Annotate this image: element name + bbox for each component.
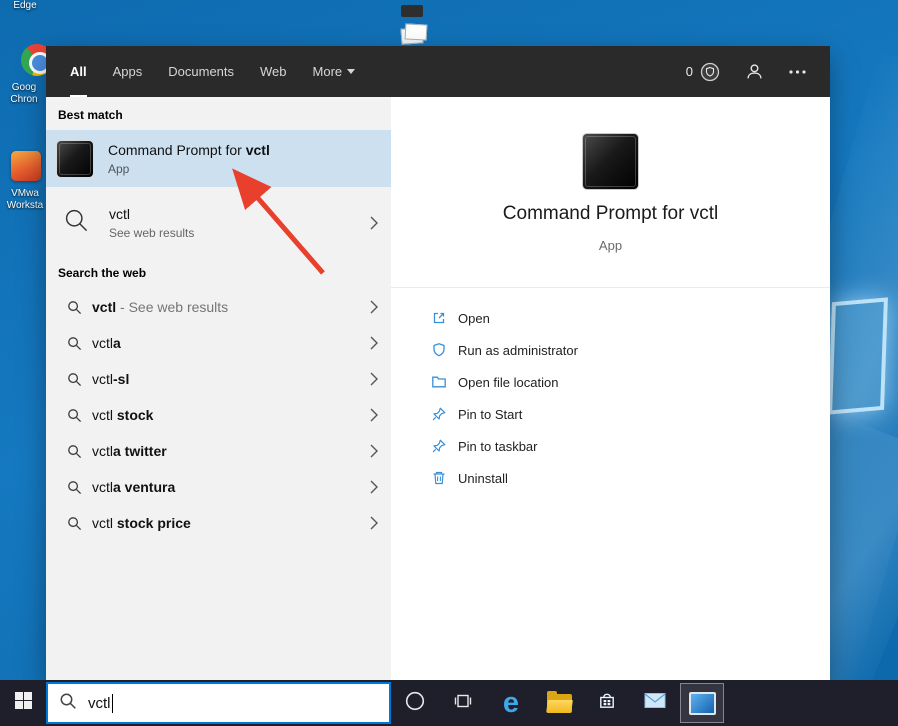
pin-icon xyxy=(431,406,448,422)
suggestion-list: vctl - See web results vctla vctl-sl vct… xyxy=(46,289,391,541)
search-flyout-panel: All Apps Documents Web More 0 xyxy=(46,46,830,680)
preview-type: App xyxy=(391,238,830,253)
web-result-title: vctl xyxy=(109,206,194,222)
search-icon xyxy=(67,444,82,459)
taskbar-search-value: vctl xyxy=(88,695,111,712)
pin-to-taskbar-action[interactable]: Pin to taskbar xyxy=(391,430,830,462)
desktop-icon-label-chip xyxy=(401,5,423,17)
open-icon xyxy=(431,310,448,326)
search-icon xyxy=(67,516,82,531)
search-suggestion[interactable]: vctla xyxy=(46,325,391,361)
text-cursor xyxy=(112,694,113,713)
search-suggestion[interactable]: vctl stock price xyxy=(46,505,391,541)
desktop-icon-vmware-label[interactable]: VMwa Worksta xyxy=(0,188,50,212)
best-match-type: App xyxy=(108,162,270,176)
windows-logo-icon xyxy=(15,692,32,714)
chevron-right-icon[interactable] xyxy=(369,515,379,531)
search-icon xyxy=(67,408,82,423)
chevron-right-icon[interactable] xyxy=(369,215,379,231)
command-prompt-icon xyxy=(56,140,94,178)
chevron-right-icon[interactable] xyxy=(369,335,379,351)
best-match-title: Command Prompt for vctl xyxy=(108,142,270,158)
tab-more[interactable]: More xyxy=(313,46,356,97)
search-icon xyxy=(67,480,82,495)
chevron-right-icon[interactable] xyxy=(369,299,379,315)
trash-icon xyxy=(431,470,448,486)
ellipsis-icon[interactable] xyxy=(789,70,806,74)
search-suggestion[interactable]: vctl stock xyxy=(46,397,391,433)
store-button[interactable] xyxy=(583,680,631,726)
search-suggestion[interactable]: vctla ventura xyxy=(46,469,391,505)
task-view-icon xyxy=(453,691,473,716)
chevron-right-icon[interactable] xyxy=(369,371,379,387)
tab-apps[interactable]: Apps xyxy=(113,46,143,97)
file-explorer-icon xyxy=(547,694,572,713)
file-explorer-button[interactable] xyxy=(535,680,583,726)
mail-button[interactable] xyxy=(631,680,679,726)
edge-icon xyxy=(503,687,519,720)
start-button[interactable] xyxy=(0,680,46,726)
search-filter-bar: All Apps Documents Web More 0 xyxy=(46,46,830,97)
store-icon xyxy=(597,691,617,716)
search-icon xyxy=(67,336,82,351)
mail-icon xyxy=(644,692,666,714)
tab-documents[interactable]: Documents xyxy=(168,46,234,97)
task-view-button[interactable] xyxy=(439,680,487,726)
rewards-counter[interactable]: 0 xyxy=(686,62,720,82)
desktop-icon-edge-label[interactable]: Edge xyxy=(6,0,44,12)
uninstall-action[interactable]: Uninstall xyxy=(391,462,830,494)
taskbar-search-box[interactable]: vctl xyxy=(46,682,391,724)
search-icon xyxy=(59,692,77,715)
run-as-administrator-action[interactable]: Run as administrator xyxy=(391,334,830,366)
divider xyxy=(391,287,830,288)
web-search-result[interactable]: vctl See web results xyxy=(46,195,391,251)
chevron-down-icon xyxy=(347,69,355,74)
chevron-right-icon[interactable] xyxy=(369,479,379,495)
cortana-icon xyxy=(404,690,426,717)
web-result-subtitle: See web results xyxy=(109,226,194,240)
chevron-right-icon[interactable] xyxy=(369,407,379,423)
command-prompt-icon xyxy=(582,133,639,190)
action-list: Open Run as administrator Open file loca… xyxy=(391,302,830,494)
search-results-pane: Best match Command Prompt for vctl App v… xyxy=(46,97,391,680)
preview-title: Command Prompt for vctl xyxy=(391,203,830,225)
result-preview-pane: Command Prompt for vctl App Open Run as … xyxy=(391,97,830,680)
tab-all[interactable]: All xyxy=(70,46,87,97)
search-icon xyxy=(63,207,90,239)
pin-icon xyxy=(431,438,448,454)
papers-icon[interactable] xyxy=(401,24,427,46)
taskbar: vctl xyxy=(0,680,898,726)
search-suggestion[interactable]: vctl-sl xyxy=(46,361,391,397)
shield-icon xyxy=(431,342,448,358)
search-the-web-header: Search the web xyxy=(58,266,146,280)
desktop-icon-chrome-label[interactable]: Goog Chron xyxy=(2,82,46,106)
user-icon[interactable] xyxy=(746,63,763,80)
cortana-button[interactable] xyxy=(391,680,439,726)
search-icon xyxy=(67,300,82,315)
folder-icon xyxy=(431,374,448,390)
best-match-result[interactable]: Command Prompt for vctl App xyxy=(46,130,391,187)
chevron-right-icon[interactable] xyxy=(369,443,379,459)
search-icon xyxy=(67,372,82,387)
vmware-icon xyxy=(689,692,716,715)
wallpaper-window-glow xyxy=(828,297,888,414)
open-action[interactable]: Open xyxy=(391,302,830,334)
search-suggestion[interactable]: vctla twitter xyxy=(46,433,391,469)
rewards-icon xyxy=(700,62,720,82)
vmware-desktop-icon[interactable] xyxy=(11,151,41,181)
desktop: Edge Goog Chron VMwa Worksta All Apps Do… xyxy=(0,0,898,726)
tab-web[interactable]: Web xyxy=(260,46,287,97)
open-file-location-action[interactable]: Open file location xyxy=(391,366,830,398)
vmware-taskbar-button[interactable] xyxy=(680,683,724,723)
pin-to-start-action[interactable]: Pin to Start xyxy=(391,398,830,430)
edge-button[interactable] xyxy=(487,680,535,726)
search-suggestion[interactable]: vctl - See web results xyxy=(46,289,391,325)
best-match-header: Best match xyxy=(58,108,123,122)
